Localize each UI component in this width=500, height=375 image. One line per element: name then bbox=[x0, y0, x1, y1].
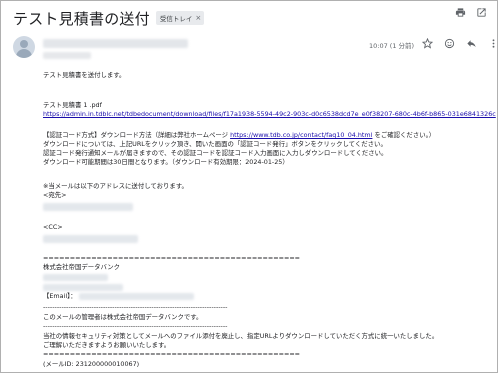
faq-link[interactable]: https://www.tdb.co.jp/contact/faq10_04.h… bbox=[230, 131, 372, 139]
contact-redacted-1 bbox=[43, 274, 108, 281]
security-notice-1: 当社の情報セキュリティ対策としてメールへのファイル添付を廃止し、指定URLよりダ… bbox=[43, 332, 439, 340]
print-icon[interactable] bbox=[455, 7, 466, 18]
auth-method-line: 【認証コード方式】ダウンロード方法（詳細は弊社ホームページ https://ww… bbox=[43, 131, 435, 140]
auth-line1-pre: 【認証コード方式】ダウンロード方法（詳細は弊社ホームページ bbox=[43, 131, 229, 139]
separator-4: ========================================… bbox=[43, 350, 301, 358]
auth-instruction-2: 認証コード発行通知メールが届きますので、その認証コードを認証コード入力画面に入力… bbox=[43, 149, 388, 157]
separator-2: ----------------------------------------… bbox=[43, 303, 228, 311]
email-view: テスト見積書の送付 受信トレイ × 10:07 (1 分前) テスト見積書を送付… bbox=[0, 0, 498, 373]
recipient-redacted bbox=[43, 52, 91, 59]
message-actions bbox=[422, 38, 497, 49]
attachment-name: テスト見積書 1 .pdf bbox=[43, 101, 102, 109]
reply-icon[interactable] bbox=[466, 38, 477, 49]
recipient-notice: ※当メールは以下のアドレスに送付しております。 bbox=[43, 182, 188, 190]
subject-actions bbox=[455, 7, 487, 18]
email-address-redacted bbox=[79, 293, 194, 300]
cc-address-redacted bbox=[43, 235, 138, 243]
inbox-label-text: 受信トレイ bbox=[159, 15, 193, 23]
company-name: 株式会社帝国データバンク bbox=[43, 263, 121, 271]
email-label: 【Email】： bbox=[43, 292, 77, 300]
separator-1: ========================================… bbox=[43, 254, 301, 262]
remove-label-icon[interactable]: × bbox=[195, 14, 201, 22]
download-link[interactable]: https://admin.in.tdblc.net/tdbedocument/… bbox=[43, 110, 496, 119]
separator-3: ----------------------------------------… bbox=[43, 322, 228, 330]
security-notice-2: ご理解いただきますようお願いいたします。 bbox=[43, 341, 171, 349]
star-icon[interactable] bbox=[422, 38, 433, 49]
inbox-label-badge[interactable]: 受信トレイ × bbox=[155, 11, 205, 25]
open-in-new-icon[interactable] bbox=[476, 7, 487, 18]
auth-instruction-1: ダウンロードについては、上記URLをクリック頂き、開いた画面の「認証コード発行」… bbox=[43, 140, 387, 148]
cc-label: <CC> bbox=[43, 223, 63, 231]
more-vert-icon[interactable] bbox=[488, 38, 497, 49]
contact-redacted-2 bbox=[43, 284, 123, 291]
auth-line1-post: をご確認ください。） bbox=[374, 131, 436, 139]
mail-id: (メールID: 231200000010067) bbox=[43, 360, 140, 368]
email-subject: テスト見積書の送付 bbox=[13, 9, 150, 28]
to-address-redacted bbox=[43, 203, 133, 211]
emoji-icon[interactable] bbox=[444, 38, 455, 49]
admin-notice: このメールの管理者は株式会社帝国データバンクです。 bbox=[43, 313, 203, 321]
to-label: <宛先> bbox=[43, 191, 67, 199]
message-time: 10:07 (1 分前) bbox=[369, 42, 415, 50]
sender-avatar[interactable] bbox=[13, 36, 35, 58]
download-period: ダウンロード可能期間は30日間となります。（ダウンロード有効期限：2024-01… bbox=[43, 158, 289, 166]
sender-name-redacted bbox=[43, 39, 188, 48]
greeting-text: テスト見積書を送付します。 bbox=[43, 71, 126, 79]
subject-row: テスト見積書の送付 受信トレイ × bbox=[13, 7, 205, 29]
